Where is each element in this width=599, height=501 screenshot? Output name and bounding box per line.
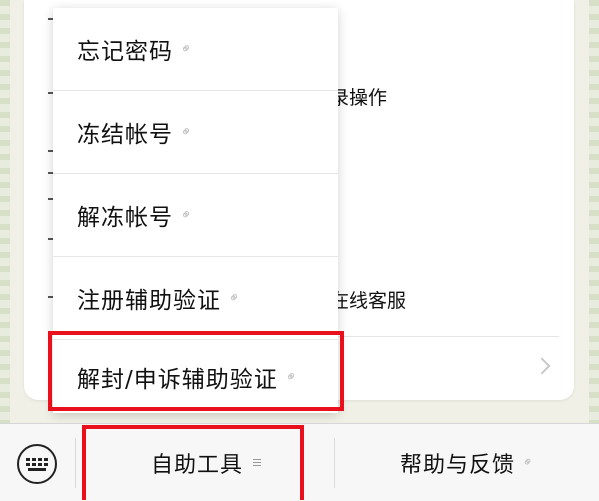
menu-lines-icon	[253, 459, 261, 466]
tab-self-help-tools[interactable]: 自助工具	[78, 424, 334, 501]
menu-item-unblock-appeal-verification[interactable]: 解封/申诉辅助验证 ⚭	[53, 340, 338, 413]
menu-item-label: 解冻帐号	[77, 205, 173, 231]
tab-help-feedback[interactable]: 帮助与反馈 ⚭	[335, 424, 599, 501]
bottom-menu-bar: 自助工具 帮助与反馈 ⚭	[0, 423, 599, 501]
menu-item-label: 解封/申诉辅助验证	[77, 366, 278, 393]
link-icon: ⚭	[281, 366, 302, 387]
tab-label: 自助工具	[150, 452, 243, 478]
menu-item-registration-verification[interactable]: 注册辅助验证 ⚭	[53, 257, 338, 340]
link-icon: ⚭	[177, 39, 197, 59]
link-icon: ⚭	[225, 288, 245, 308]
link-icon: ⚭	[519, 453, 538, 472]
tab-label: 帮助与反馈	[400, 452, 516, 478]
menu-item-label: 注册辅助验证	[77, 288, 221, 314]
keyboard-icon[interactable]	[17, 444, 57, 484]
menu-item-unfreeze-account[interactable]: 解冻帐号 ⚭	[53, 174, 338, 257]
menu-item-label: 冻结帐号	[77, 122, 173, 148]
card-divider	[311, 336, 559, 337]
link-icon: ⚭	[177, 122, 197, 142]
menu-item-label: 忘记密码	[77, 39, 173, 65]
self-help-dropdown-menu: 忘记密码 ⚭ 冻结帐号 ⚭ 解冻帐号 ⚭ 注册辅助验证 ⚭ 解封/申诉辅助验证 …	[53, 8, 338, 413]
menu-item-forgot-password[interactable]: 忘记密码 ⚭	[53, 8, 338, 91]
link-icon: ⚭	[177, 205, 197, 225]
menu-item-freeze-account[interactable]: 冻结帐号 ⚭	[53, 91, 338, 174]
divider	[75, 438, 76, 488]
